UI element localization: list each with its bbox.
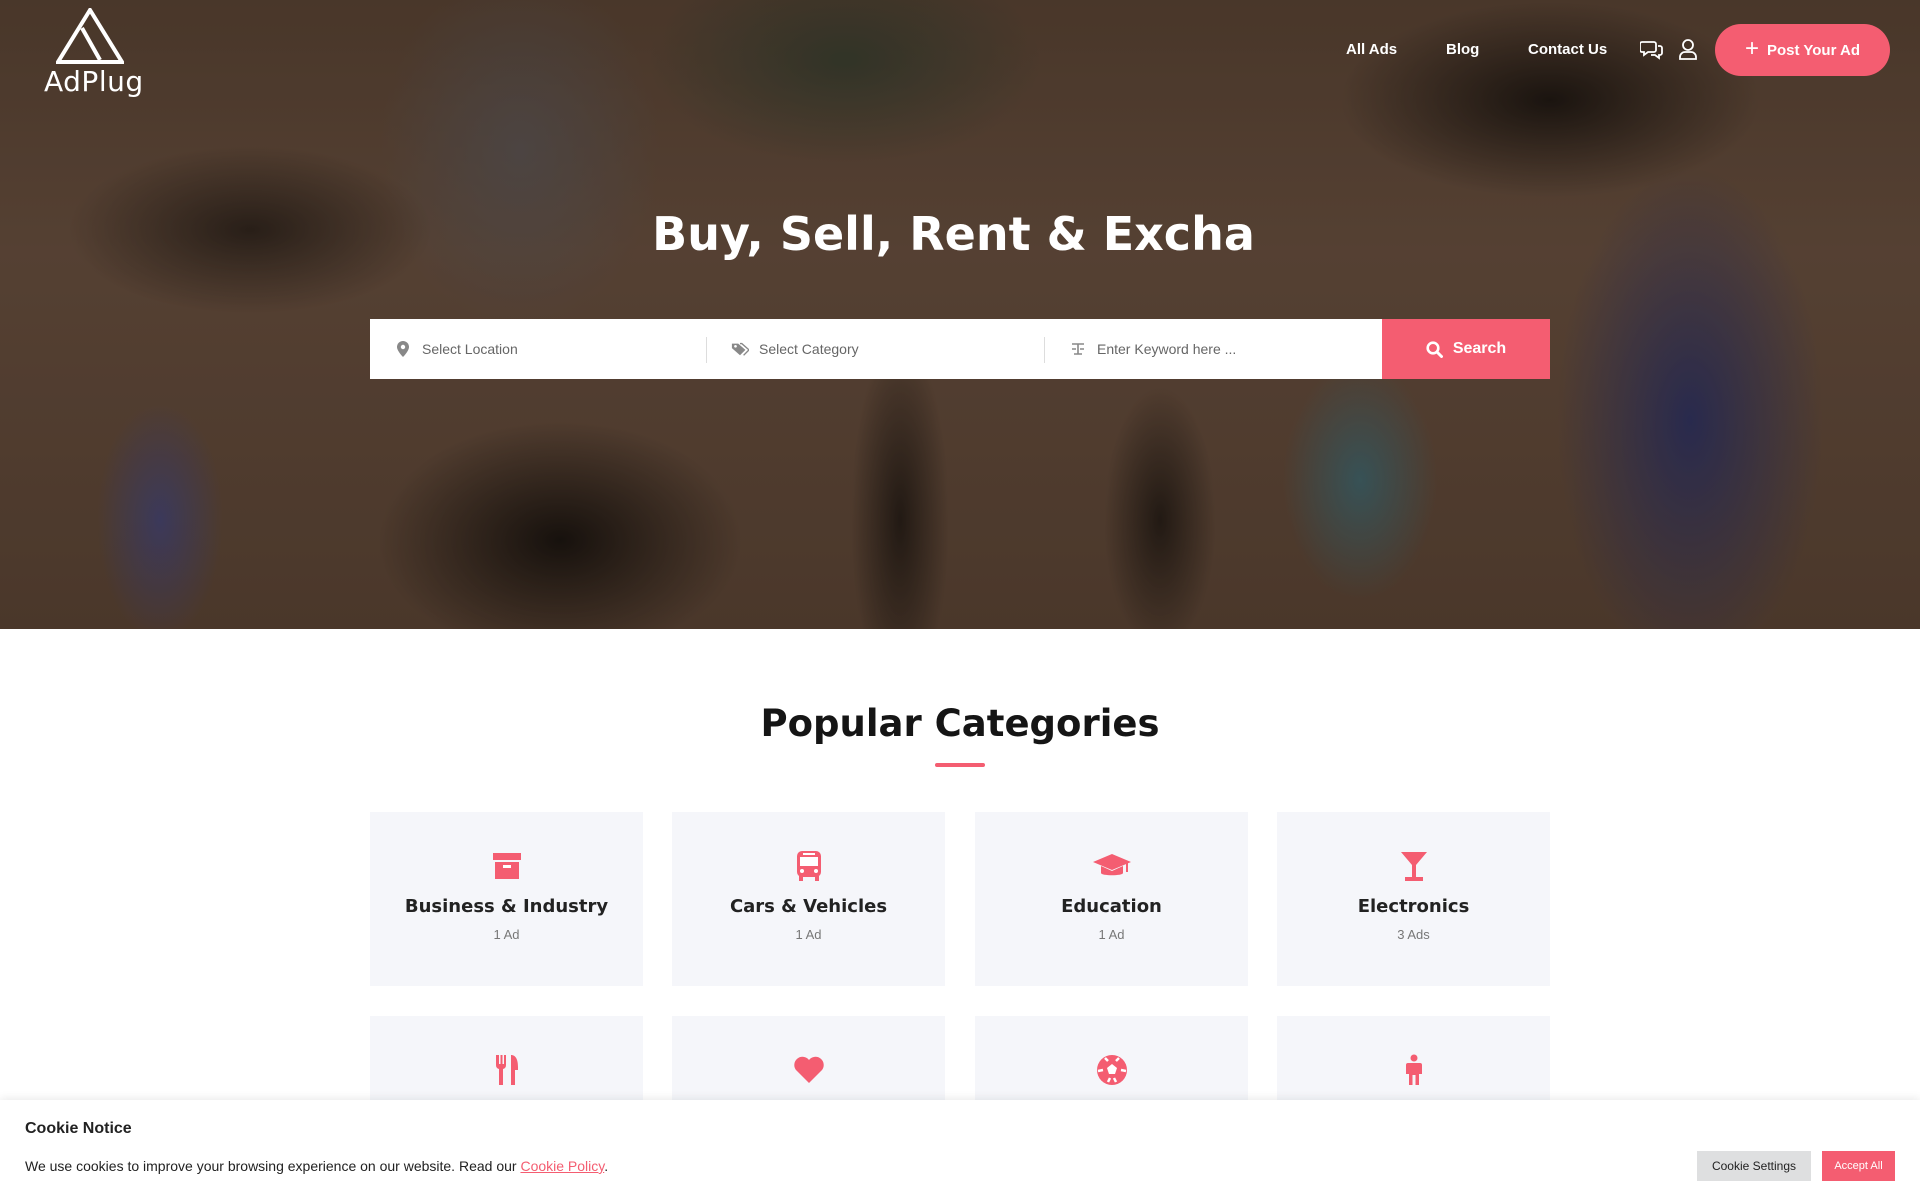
keyword-input[interactable]: Enter Keyword here ... [1045, 319, 1382, 379]
chat-icon[interactable] [1639, 38, 1663, 60]
category-name: Cars & Vehicles [729, 896, 888, 917]
keyword-icon [1069, 342, 1087, 356]
user-icon[interactable] [1678, 38, 1700, 60]
post-ad-button[interactable]: + Post Your Ad [1715, 24, 1890, 76]
location-placeholder: Select Location [422, 341, 518, 357]
category-card-business[interactable]: Business & Industry 1 Ad [370, 812, 643, 986]
category-name: Electronics [1357, 896, 1470, 917]
cookie-text: We use cookies to improve your browsing … [25, 1158, 608, 1174]
heart-icon [793, 1054, 825, 1086]
logo-text: AdPlug [44, 65, 144, 98]
hero-banner: AdPlug All Ads Blog Contact Us + Post Yo… [0, 0, 1920, 629]
nav-all-ads[interactable]: All Ads [1346, 41, 1397, 58]
cocktail-glass-icon [1400, 850, 1428, 882]
section-title: Popular Categories [760, 702, 1160, 745]
category-count: 1 Ad [1098, 927, 1125, 942]
category-placeholder: Select Category [759, 341, 859, 357]
nav-blog[interactable]: Blog [1446, 41, 1479, 58]
cookie-notice: Cookie Notice We use cookies to improve … [0, 1100, 1920, 1200]
keyword-placeholder: Enter Keyword here ... [1097, 341, 1237, 357]
category-card-education[interactable]: Education 1 Ad [975, 812, 1248, 986]
category-count: 1 Ad [795, 927, 822, 942]
category-card-cars[interactable]: Cars & Vehicles 1 Ad [672, 812, 945, 986]
post-ad-label: Post Your Ad [1766, 41, 1861, 59]
cookie-message-end: . [604, 1158, 609, 1174]
category-card-electronics[interactable]: Electronics 3 Ads [1277, 812, 1550, 986]
category-count: 1 Ad [493, 927, 520, 942]
search-bar: Select Location Select Category Enter Ke… [370, 319, 1550, 379]
fork-knife-icon [494, 1054, 520, 1086]
title-underline [935, 763, 985, 767]
person-icon [1404, 1054, 1424, 1086]
category-count: 3 Ads [1397, 927, 1430, 942]
site-logo[interactable]: AdPlug [44, 8, 154, 98]
location-select[interactable]: Select Location [370, 319, 707, 379]
map-pin-icon [394, 341, 412, 357]
bus-icon [795, 850, 823, 882]
cookie-policy-link[interactable]: Cookie Policy [520, 1158, 604, 1174]
soccer-ball-icon [1096, 1054, 1128, 1086]
category-name: Business & Industry [404, 896, 609, 917]
tags-icon [731, 341, 749, 357]
cookie-settings-button[interactable]: Cookie Settings [1697, 1151, 1811, 1181]
hero-title: Buy, Sell, Rent & Excha [652, 207, 1255, 261]
hero-overlay [0, 0, 1920, 629]
cookie-title: Cookie Notice [25, 1120, 132, 1137]
category-name: Education [1061, 896, 1162, 917]
accept-all-button[interactable]: Accept All [1822, 1151, 1895, 1181]
graduation-cap-icon [1092, 850, 1132, 882]
search-button-label: Search [1452, 340, 1507, 357]
logo-mark-icon [56, 8, 124, 64]
search-icon [1426, 340, 1443, 358]
plus-icon: + [1744, 35, 1759, 62]
archive-box-icon [492, 850, 522, 882]
search-button[interactable]: Search [1382, 319, 1550, 379]
nav-contact-us[interactable]: Contact Us [1528, 41, 1607, 58]
category-select[interactable]: Select Category [707, 319, 1045, 379]
cookie-message: We use cookies to improve your browsing … [25, 1158, 521, 1174]
